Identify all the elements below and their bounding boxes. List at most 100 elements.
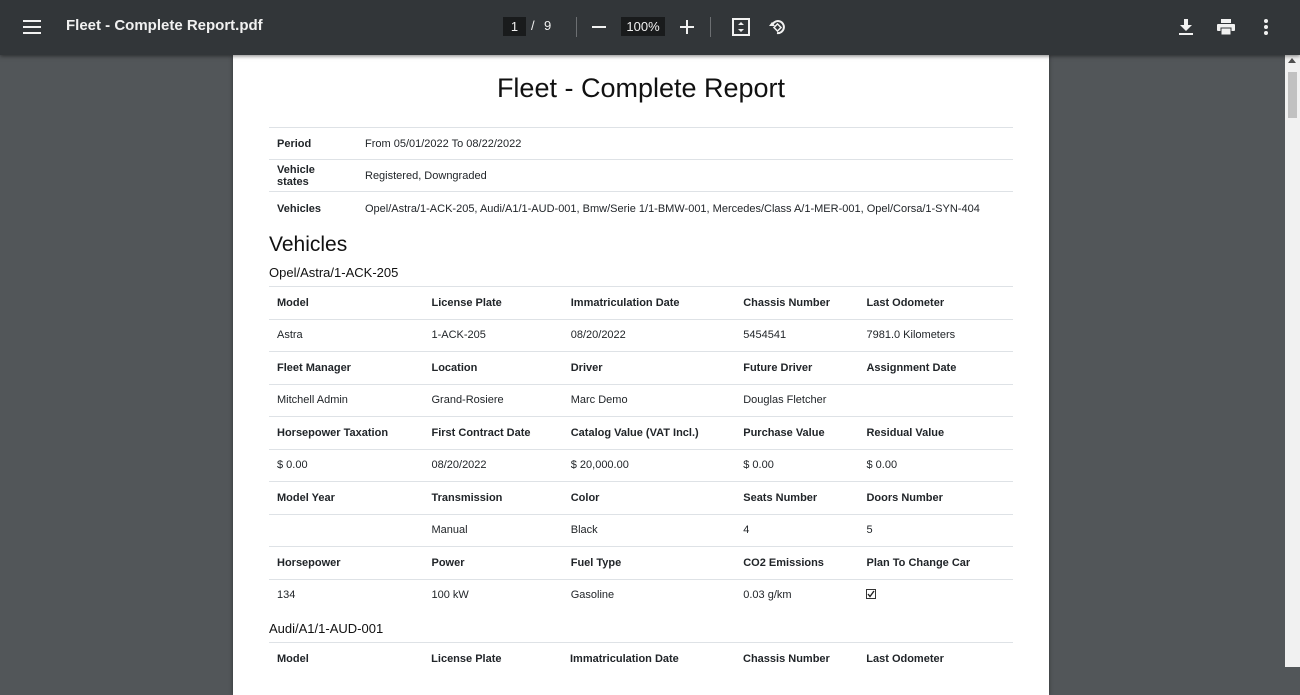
table-row: $ 0.00 08/20/2022 $ 20,000.00 $ 0.00 $ 0.00 bbox=[269, 448, 1013, 482]
plan-to-change-car-checkbox bbox=[866, 588, 877, 599]
report-title: Fleet - Complete Report bbox=[496, 73, 786, 103]
table-header-row: Model License Plate Immatriculation Date Ch… bbox=[269, 642, 1013, 675]
field-label: Driver bbox=[562, 351, 736, 384]
field-value: 5 bbox=[858, 513, 1013, 547]
field-value: Black bbox=[562, 513, 736, 547]
field-label: Doors Number bbox=[858, 481, 1013, 514]
field-value: Grand-Rosiere bbox=[423, 383, 563, 417]
page-number-input[interactable]: 1 bbox=[503, 17, 526, 36]
field-value: Manual bbox=[423, 513, 563, 547]
scroll-up-arrow-icon[interactable] bbox=[1288, 58, 1296, 63]
table-header-row: Model License Plate Immatriculation Date Ch… bbox=[269, 286, 1013, 319]
field-value: 5454541 bbox=[735, 318, 859, 352]
rotate-button[interactable] bbox=[766, 16, 788, 38]
zoom-out-button[interactable] bbox=[589, 17, 609, 37]
field-label: Assignment Date bbox=[858, 351, 1013, 384]
section-title: Vehicles bbox=[269, 233, 348, 256]
page-total: 9 bbox=[544, 18, 552, 33]
field-label: Last Odometer bbox=[858, 286, 1013, 319]
zoom-level-input[interactable]: 100% bbox=[621, 17, 665, 36]
scrollbar[interactable] bbox=[1285, 55, 1300, 667]
field-label: Model bbox=[269, 286, 424, 319]
field-value: 7981.0 Kilometers bbox=[858, 318, 1013, 352]
field-label: License Plate bbox=[423, 642, 562, 675]
field-value: Mitchell Admin bbox=[269, 383, 424, 417]
scrollbar-thumb[interactable] bbox=[1288, 72, 1297, 118]
print-button[interactable] bbox=[1214, 16, 1238, 38]
download-button[interactable] bbox=[1175, 16, 1197, 38]
field-value: $ 0.00 bbox=[269, 448, 424, 482]
minus-icon bbox=[592, 26, 606, 28]
download-icon bbox=[1179, 19, 1193, 35]
document-title: Fleet - Complete Report.pdf bbox=[66, 17, 263, 34]
field-label: Location bbox=[423, 351, 563, 384]
field-value: 0.03 g/km bbox=[735, 578, 859, 611]
fit-to-page-button[interactable] bbox=[730, 16, 752, 38]
vehicle-name: Opel/Astra/1-ACK-205 bbox=[269, 265, 399, 280]
field-label: Immatriculation Date bbox=[562, 642, 735, 675]
info-key: Vehicles bbox=[269, 191, 357, 226]
field-label: Horsepower Taxation bbox=[269, 416, 424, 449]
rotate-icon bbox=[769, 20, 785, 35]
field-value: 134 bbox=[269, 578, 424, 611]
field-label: Color bbox=[562, 481, 736, 514]
field-value bbox=[858, 383, 1013, 417]
field-value: $ 0.00 bbox=[735, 448, 859, 482]
table-row: Vehicles Opel/Astra/1-ACK-205, Audi/A1/1… bbox=[269, 191, 1013, 226]
field-value: 1-ACK-205 bbox=[423, 318, 563, 352]
field-label: Residual Value bbox=[858, 416, 1013, 449]
table-row: Vehicle states Registered, Downgraded bbox=[269, 159, 1013, 192]
field-label: Fuel Type bbox=[562, 546, 736, 579]
field-value bbox=[269, 513, 424, 547]
table-header-row: Horsepower Power Fuel Type CO2 Emissions Pla… bbox=[269, 546, 1013, 579]
hamburger-icon bbox=[23, 20, 41, 34]
field-label: Model Year bbox=[269, 481, 424, 514]
field-label: Purchase Value bbox=[735, 416, 859, 449]
table-row: Mitchell Admin Grand-Rosiere Marc Demo Doug… bbox=[269, 383, 1013, 417]
info-value: From 05/01/2022 To 08/22/2022 bbox=[357, 127, 1013, 160]
vehicle-name: Audi/A1/1-AUD-001 bbox=[269, 621, 384, 636]
zoom-in-button[interactable] bbox=[677, 17, 697, 37]
field-label: Power bbox=[423, 546, 563, 579]
field-value: 08/20/2022 bbox=[562, 318, 736, 352]
field-label: Catalog Value (VAT Incl.) bbox=[562, 416, 736, 449]
page-separator: / bbox=[531, 18, 535, 33]
field-label: Fleet Manager bbox=[269, 351, 424, 384]
field-label: CO2 Emissions bbox=[735, 546, 859, 579]
field-value: 100 kW bbox=[423, 578, 563, 611]
table-row: 134 100 kW Gasoline 0.03 g/km bbox=[269, 578, 1013, 611]
field-value: 4 bbox=[735, 513, 859, 547]
pdf-page: Fleet - Complete Report Period From 05/0… bbox=[233, 55, 1049, 695]
field-label: Immatriculation Date bbox=[562, 286, 736, 319]
table-header-row: Fleet Manager Location Driver Future Driver… bbox=[269, 351, 1013, 384]
table-header-row: Model Year Transmission Color Seats Number D… bbox=[269, 481, 1013, 514]
field-label: Chassis Number bbox=[735, 286, 859, 319]
plus-icon bbox=[680, 20, 694, 34]
field-label: License Plate bbox=[423, 286, 563, 319]
table-header-row: Horsepower Taxation First Contract Date Ca… bbox=[269, 416, 1013, 449]
table-row: Manual Black 4 5 bbox=[269, 513, 1013, 547]
toolbar-divider bbox=[576, 17, 577, 37]
field-label: Transmission bbox=[423, 481, 563, 514]
info-key: Period bbox=[269, 127, 357, 160]
table-row: Astra 1-ACK-205 08/20/2022 5454541 7981.0 Ki… bbox=[269, 318, 1013, 352]
fit-page-icon bbox=[732, 18, 750, 36]
field-value: $ 0.00 bbox=[858, 448, 1013, 482]
field-value: $ 20,000.00 bbox=[562, 448, 736, 482]
vehicle-details-table: Model License Plate Immatriculation Date Ch… bbox=[269, 286, 1013, 611]
info-value: Opel/Astra/1-ACK-205, Audi/A1/1-AUD-001,… bbox=[357, 191, 1013, 226]
field-label: Horsepower bbox=[269, 546, 424, 579]
table-row: Period From 05/01/2022 To 08/22/2022 bbox=[269, 127, 1013, 160]
field-value: Astra bbox=[269, 318, 424, 352]
pdf-toolbar: Fleet - Complete Report.pdf 1 / 9 100% bbox=[0, 0, 1300, 55]
report-info-table: Period From 05/01/2022 To 08/22/2022 Veh… bbox=[269, 127, 1013, 226]
field-label: Model bbox=[269, 642, 424, 675]
info-value: Registered, Downgraded bbox=[357, 159, 1013, 192]
field-label: First Contract Date bbox=[423, 416, 563, 449]
more-vert-icon bbox=[1264, 19, 1268, 35]
field-value: Marc Demo bbox=[562, 383, 736, 417]
toolbar-divider bbox=[710, 17, 711, 37]
field-label: Last Odometer bbox=[858, 642, 1013, 675]
more-actions-button[interactable] bbox=[1256, 16, 1276, 38]
menu-button[interactable] bbox=[20, 16, 44, 38]
